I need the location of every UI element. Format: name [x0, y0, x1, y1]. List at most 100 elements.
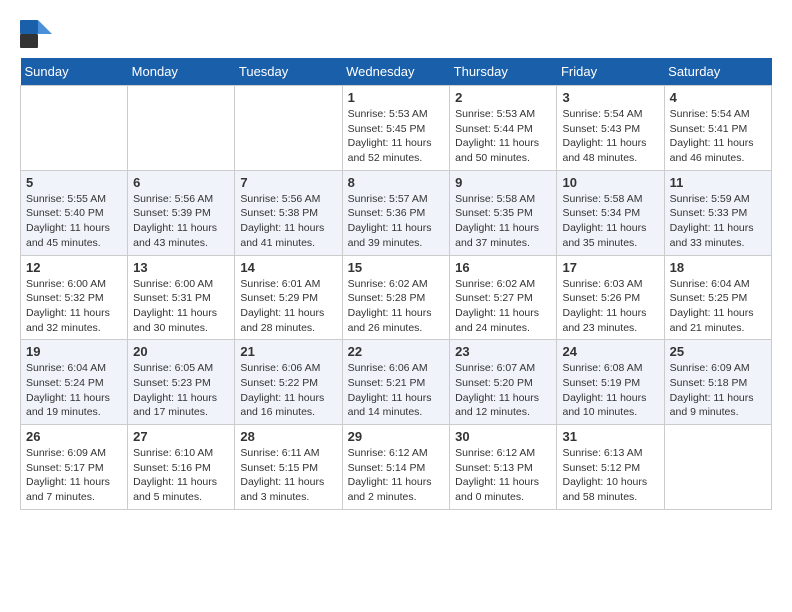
day-info: Sunrise: 5:58 AM Sunset: 5:35 PM Dayligh… — [455, 192, 551, 251]
day-number: 10 — [562, 175, 658, 190]
day-number: 28 — [240, 429, 336, 444]
calendar-cell: 28 Sunrise: 6:11 AM Sunset: 5:15 PM Dayli… — [235, 425, 342, 510]
calendar-week-row: 12 Sunrise: 6:00 AM Sunset: 5:32 PM Dayli… — [21, 255, 772, 340]
calendar-cell: 2 Sunrise: 5:53 AM Sunset: 5:44 PM Daylig… — [450, 86, 557, 171]
day-info: Sunrise: 6:02 AM Sunset: 5:27 PM Dayligh… — [455, 277, 551, 336]
day-info: Sunrise: 6:06 AM Sunset: 5:21 PM Dayligh… — [348, 361, 445, 420]
day-number: 8 — [348, 175, 445, 190]
calendar-cell — [128, 86, 235, 171]
calendar-cell: 4 Sunrise: 5:54 AM Sunset: 5:41 PM Daylig… — [664, 86, 771, 171]
weekday-header: Wednesday — [342, 58, 450, 86]
day-info: Sunrise: 5:54 AM Sunset: 5:43 PM Dayligh… — [562, 107, 658, 166]
day-number: 20 — [133, 344, 229, 359]
day-info: Sunrise: 6:07 AM Sunset: 5:20 PM Dayligh… — [455, 361, 551, 420]
day-number: 1 — [348, 90, 445, 105]
logo — [20, 20, 54, 48]
calendar-cell: 23 Sunrise: 6:07 AM Sunset: 5:20 PM Dayli… — [450, 340, 557, 425]
day-number: 29 — [348, 429, 445, 444]
calendar-week-row: 26 Sunrise: 6:09 AM Sunset: 5:17 PM Dayli… — [21, 425, 772, 510]
calendar: SundayMondayTuesdayWednesdayThursdayFrid… — [20, 58, 772, 510]
day-number: 6 — [133, 175, 229, 190]
calendar-cell: 27Sunrise: 6:10 AM Sunset: 5:16 PM Dayli… — [128, 425, 235, 510]
day-info: Sunrise: 6:09 AM Sunset: 5:18 PM Dayligh… — [670, 361, 766, 420]
day-number: 19 — [26, 344, 122, 359]
calendar-cell: 10 Sunrise: 5:58 AM Sunset: 5:34 PM Dayli… — [557, 170, 664, 255]
calendar-cell: 5 Sunrise: 5:55 AM Sunset: 5:40 PM Daylig… — [21, 170, 128, 255]
day-number: 18 — [670, 260, 766, 275]
day-number: 25 — [670, 344, 766, 359]
day-info: Sunrise: 5:57 AM Sunset: 5:36 PM Dayligh… — [348, 192, 445, 251]
calendar-cell: 20 Sunrise: 6:05 AM Sunset: 5:23 PM Dayli… — [128, 340, 235, 425]
day-info: Sunrise: 6:02 AM Sunset: 5:28 PM Dayligh… — [348, 277, 445, 336]
page-header — [20, 20, 772, 48]
day-info: Sunrise: 5:53 AM Sunset: 5:45 PM Dayligh… — [348, 107, 445, 166]
day-info: Sunrise: 6:11 AM Sunset: 5:15 PM Dayligh… — [240, 446, 336, 505]
calendar-cell: 25 Sunrise: 6:09 AM Sunset: 5:18 PM Dayli… — [664, 340, 771, 425]
calendar-cell: 16 Sunrise: 6:02 AM Sunset: 5:27 PM Dayli… — [450, 255, 557, 340]
calendar-cell: 12 Sunrise: 6:00 AM Sunset: 5:32 PM Dayli… — [21, 255, 128, 340]
day-number: 12 — [26, 260, 122, 275]
calendar-header-row: SundayMondayTuesdayWednesdayThursdayFrid… — [21, 58, 772, 86]
calendar-cell: 14 Sunrise: 6:01 AM Sunset: 5:29 PM Dayli… — [235, 255, 342, 340]
calendar-week-row: 5 Sunrise: 5:55 AM Sunset: 5:40 PM Daylig… — [21, 170, 772, 255]
calendar-cell: 21Sunrise: 6:06 AM Sunset: 5:22 PM Dayli… — [235, 340, 342, 425]
calendar-week-row: 1 Sunrise: 5:53 AM Sunset: 5:45 PM Daylig… — [21, 86, 772, 171]
day-info: Sunrise: 5:58 AM Sunset: 5:34 PM Dayligh… — [562, 192, 658, 251]
calendar-cell — [21, 86, 128, 171]
day-number: 13 — [133, 260, 229, 275]
calendar-cell: 9Sunrise: 5:58 AM Sunset: 5:35 PM Daylig… — [450, 170, 557, 255]
calendar-cell — [664, 425, 771, 510]
day-number: 2 — [455, 90, 551, 105]
day-info: Sunrise: 5:54 AM Sunset: 5:41 PM Dayligh… — [670, 107, 766, 166]
calendar-cell: 8 Sunrise: 5:57 AM Sunset: 5:36 PM Daylig… — [342, 170, 450, 255]
day-info: Sunrise: 6:05 AM Sunset: 5:23 PM Dayligh… — [133, 361, 229, 420]
weekday-header: Tuesday — [235, 58, 342, 86]
logo-icon — [20, 20, 52, 48]
day-number: 16 — [455, 260, 551, 275]
day-number: 26 — [26, 429, 122, 444]
calendar-cell: 31Sunrise: 6:13 AM Sunset: 5:12 PM Dayli… — [557, 425, 664, 510]
calendar-cell: 30 Sunrise: 6:12 AM Sunset: 5:13 PM Dayli… — [450, 425, 557, 510]
day-info: Sunrise: 6:12 AM Sunset: 5:13 PM Dayligh… — [455, 446, 551, 505]
day-info: Sunrise: 6:00 AM Sunset: 5:31 PM Dayligh… — [133, 277, 229, 336]
weekday-header: Friday — [557, 58, 664, 86]
calendar-cell: 15Sunrise: 6:02 AM Sunset: 5:28 PM Dayli… — [342, 255, 450, 340]
day-number: 11 — [670, 175, 766, 190]
calendar-cell: 19 Sunrise: 6:04 AM Sunset: 5:24 PM Dayli… — [21, 340, 128, 425]
day-info: Sunrise: 6:00 AM Sunset: 5:32 PM Dayligh… — [26, 277, 122, 336]
day-number: 23 — [455, 344, 551, 359]
calendar-cell: 26 Sunrise: 6:09 AM Sunset: 5:17 PM Dayli… — [21, 425, 128, 510]
calendar-cell: 24Sunrise: 6:08 AM Sunset: 5:19 PM Dayli… — [557, 340, 664, 425]
day-number: 7 — [240, 175, 336, 190]
day-info: Sunrise: 5:56 AM Sunset: 5:38 PM Dayligh… — [240, 192, 336, 251]
calendar-cell: 22 Sunrise: 6:06 AM Sunset: 5:21 PM Dayli… — [342, 340, 450, 425]
calendar-cell: 29Sunrise: 6:12 AM Sunset: 5:14 PM Dayli… — [342, 425, 450, 510]
calendar-cell: 3 Sunrise: 5:54 AM Sunset: 5:43 PM Daylig… — [557, 86, 664, 171]
day-number: 17 — [562, 260, 658, 275]
weekday-header: Saturday — [664, 58, 771, 86]
day-info: Sunrise: 5:55 AM Sunset: 5:40 PM Dayligh… — [26, 192, 122, 251]
day-info: Sunrise: 6:04 AM Sunset: 5:24 PM Dayligh… — [26, 361, 122, 420]
calendar-cell: 6Sunrise: 5:56 AM Sunset: 5:39 PM Daylig… — [128, 170, 235, 255]
day-number: 31 — [562, 429, 658, 444]
day-number: 22 — [348, 344, 445, 359]
weekday-header: Thursday — [450, 58, 557, 86]
calendar-week-row: 19 Sunrise: 6:04 AM Sunset: 5:24 PM Dayli… — [21, 340, 772, 425]
day-number: 5 — [26, 175, 122, 190]
day-info: Sunrise: 5:53 AM Sunset: 5:44 PM Dayligh… — [455, 107, 551, 166]
day-number: 4 — [670, 90, 766, 105]
day-info: Sunrise: 5:59 AM Sunset: 5:33 PM Dayligh… — [670, 192, 766, 251]
calendar-cell: 7 Sunrise: 5:56 AM Sunset: 5:38 PM Daylig… — [235, 170, 342, 255]
day-info: Sunrise: 6:01 AM Sunset: 5:29 PM Dayligh… — [240, 277, 336, 336]
day-number: 30 — [455, 429, 551, 444]
weekday-header: Sunday — [21, 58, 128, 86]
day-number: 3 — [562, 90, 658, 105]
calendar-cell: 17 Sunrise: 6:03 AM Sunset: 5:26 PM Dayli… — [557, 255, 664, 340]
day-info: Sunrise: 6:09 AM Sunset: 5:17 PM Dayligh… — [26, 446, 122, 505]
calendar-cell: 1 Sunrise: 5:53 AM Sunset: 5:45 PM Daylig… — [342, 86, 450, 171]
day-number: 27 — [133, 429, 229, 444]
day-info: Sunrise: 6:03 AM Sunset: 5:26 PM Dayligh… — [562, 277, 658, 336]
calendar-cell: 11 Sunrise: 5:59 AM Sunset: 5:33 PM Dayli… — [664, 170, 771, 255]
day-number: 14 — [240, 260, 336, 275]
weekday-header: Monday — [128, 58, 235, 86]
